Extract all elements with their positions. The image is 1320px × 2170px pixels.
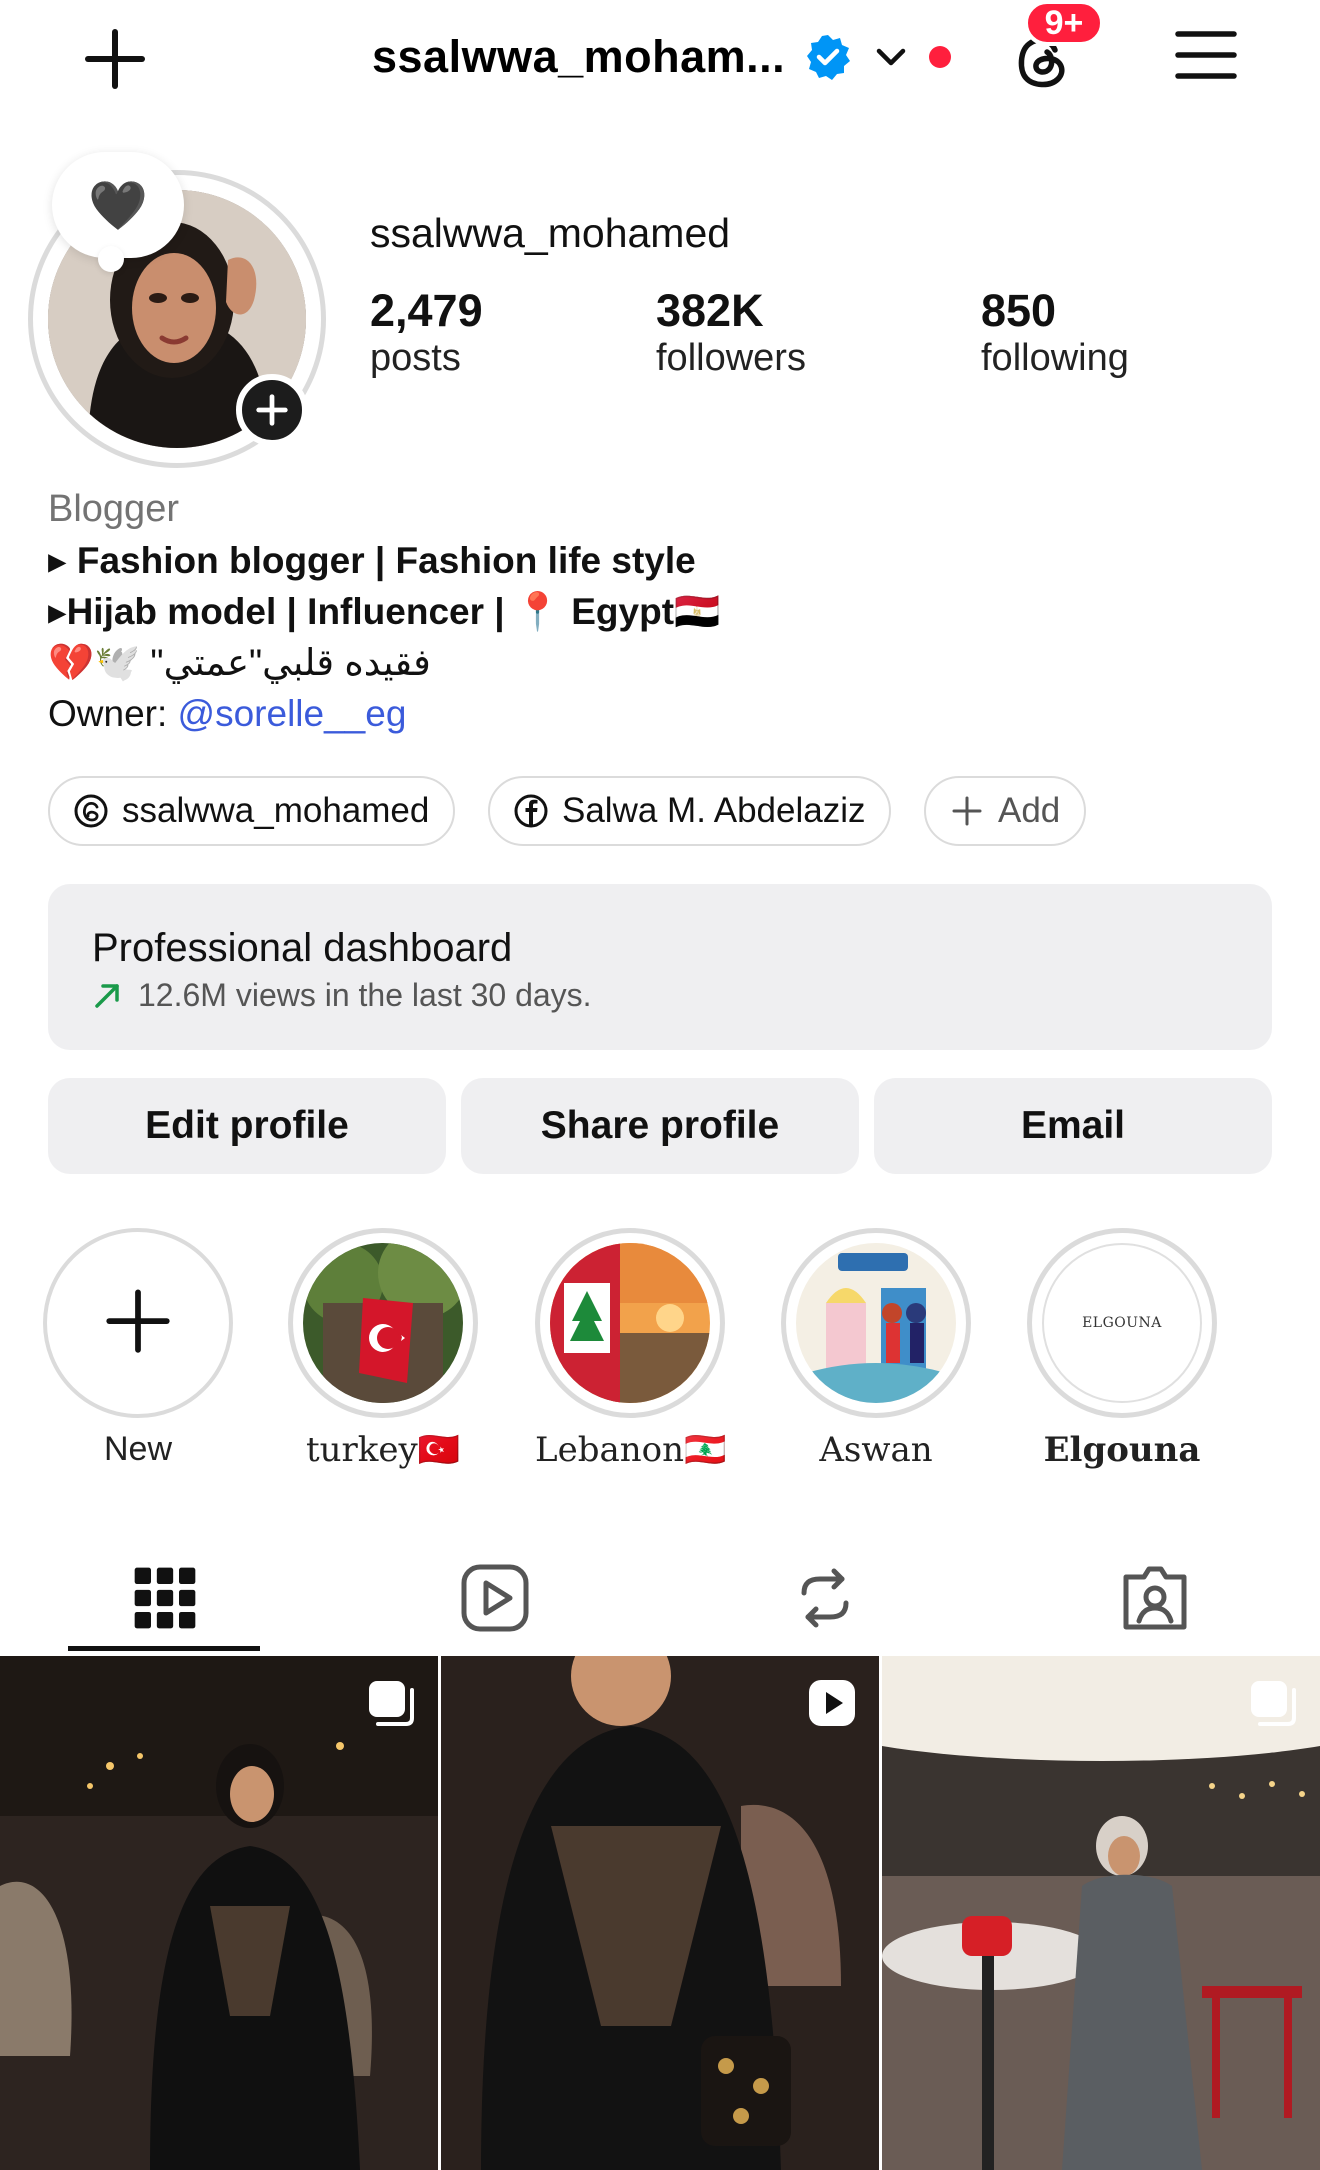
header-username: ssalwwa_moham... xyxy=(372,31,786,82)
add-link-label: Add xyxy=(998,791,1061,830)
facebook-link-chip[interactable]: Salwa M. Abdelaziz xyxy=(488,776,892,846)
plus-icon xyxy=(952,796,982,826)
dashboard-subtitle: 12.6M views in the last 30 days. xyxy=(138,977,592,1013)
bio-owner-prefix: Owner: xyxy=(48,693,178,734)
edit-profile-button[interactable]: Edit profile xyxy=(48,1078,446,1174)
grid-post[interactable] xyxy=(0,1656,438,2170)
tab-posts-grid[interactable] xyxy=(0,1548,330,1648)
highlight-new[interactable]: New xyxy=(43,1228,233,1469)
lebanon-cover-image xyxy=(550,1243,710,1403)
tagged-icon xyxy=(1123,1566,1187,1630)
following-stat[interactable]: 850 following xyxy=(981,286,1129,381)
chevron-down-icon xyxy=(876,48,906,66)
menu-button[interactable] xyxy=(1175,26,1237,84)
share-profile-button[interactable]: Share profile xyxy=(461,1078,859,1174)
followers-stat[interactable]: 382K followers xyxy=(656,286,806,381)
dashboard-subtitle-row: 12.6M views in the last 30 days. xyxy=(92,977,1228,1014)
professional-dashboard[interactable]: Professional dashboard 12.6M views in th… xyxy=(48,884,1272,1050)
posts-label: posts xyxy=(370,336,461,379)
grid-post[interactable] xyxy=(441,1656,879,2170)
threads-link-chip[interactable]: ssalwwa_mohamed xyxy=(48,776,456,846)
carousel-icon xyxy=(1251,1681,1296,1726)
account-switcher[interactable]: ssalwwa_moham... xyxy=(372,24,952,90)
posts-stat[interactable]: 2,479 posts xyxy=(370,286,483,381)
add-link-chip[interactable]: Add xyxy=(924,776,1087,846)
turkey-cover-image xyxy=(303,1243,463,1403)
highlight-ring: ELGOUNA xyxy=(1027,1228,1217,1418)
bio-category: Blogger xyxy=(48,488,179,530)
active-tab-indicator xyxy=(68,1646,260,1651)
elgouna-cover-text: ELGOUNA xyxy=(1082,1315,1162,1331)
highlight-new-ring xyxy=(43,1228,233,1418)
create-post-button[interactable] xyxy=(78,22,152,96)
highlight-cover xyxy=(796,1243,956,1403)
bio-line-2: ▸Hijab model | Influencer | 📍 Egypt🇪🇬 xyxy=(48,591,721,632)
plus-icon xyxy=(256,394,288,426)
grid-icon xyxy=(134,1567,196,1629)
highlight-ring xyxy=(781,1228,971,1418)
tab-reposts[interactable] xyxy=(660,1548,990,1648)
reels-icon xyxy=(461,1564,529,1632)
plus-icon xyxy=(85,29,145,89)
highlight-elgouna[interactable]: ELGOUNA Elgouna xyxy=(1027,1228,1217,1470)
highlight-turkey[interactable]: turkey🇹🇷 xyxy=(288,1228,478,1470)
highlight-label: Elgouna xyxy=(1043,1430,1201,1470)
note-bubble[interactable]: 🖤 xyxy=(52,152,184,258)
highlight-ring xyxy=(535,1228,725,1418)
threads-icon xyxy=(74,794,108,828)
highlight-aswan[interactable]: Aswan xyxy=(781,1228,971,1470)
verified-badge-icon xyxy=(807,35,851,80)
highlight-cover: ELGOUNA xyxy=(1042,1243,1202,1403)
plus-icon xyxy=(106,1289,170,1353)
followers-count: 382K xyxy=(656,285,764,336)
grid-post[interactable] xyxy=(882,1656,1320,2170)
tab-reels[interactable] xyxy=(330,1548,660,1648)
note-tail xyxy=(98,246,124,272)
facebook-icon xyxy=(514,794,548,828)
highlight-cover xyxy=(550,1243,710,1403)
post-thumbnail xyxy=(0,1656,438,2170)
highlight-label: Aswan xyxy=(819,1430,933,1470)
highlight-ring xyxy=(288,1228,478,1418)
add-story-button[interactable] xyxy=(236,374,308,446)
unread-dot xyxy=(929,46,952,68)
highlight-lebanon[interactable]: Lebanon🇱🇧 xyxy=(535,1228,727,1470)
bio-owner-link[interactable]: @sorelle__eg xyxy=(178,693,407,734)
facebook-link-label: Salwa M. Abdelaziz xyxy=(562,791,866,830)
hamburger-menu-icon xyxy=(1175,31,1237,79)
highlight-cover xyxy=(303,1243,463,1403)
highlight-label: turkey🇹🇷 xyxy=(305,1430,461,1470)
profile-username: ssalwwa_mohamed xyxy=(370,210,731,256)
dashboard-title: Professional dashboard xyxy=(92,926,513,970)
bio-owner-line: Owner: @sorelle__eg xyxy=(48,688,1278,739)
bio-line-3: 💔🕊️ "فقيده قلبي"عمتي xyxy=(48,642,431,683)
following-count: 850 xyxy=(981,285,1057,336)
post-thumbnail xyxy=(441,1656,879,2170)
bio-line-1: ▸ Fashion blogger | Fashion life style xyxy=(48,540,696,581)
carousel-icon xyxy=(369,1681,414,1726)
followers-label: followers xyxy=(656,336,806,379)
following-label: following xyxy=(981,336,1129,379)
reposts-icon xyxy=(801,1568,849,1628)
bio: Blogger ▸ Fashion blogger | Fashion life… xyxy=(48,484,1278,739)
posts-count: 2,479 xyxy=(370,285,483,336)
tab-tagged[interactable] xyxy=(990,1548,1320,1648)
notification-badge: 9+ xyxy=(1024,0,1104,46)
email-button[interactable]: Email xyxy=(874,1078,1272,1174)
reel-play-icon xyxy=(809,1680,855,1726)
threads-link-label: ssalwwa_mohamed xyxy=(122,791,430,830)
note-heart-icon: 🖤 xyxy=(88,179,148,233)
aswan-cover-image xyxy=(796,1243,956,1403)
post-thumbnail xyxy=(882,1656,1320,2170)
highlight-label: Lebanon🇱🇧 xyxy=(535,1430,727,1470)
highlight-label: New xyxy=(103,1430,173,1468)
trend-up-arrow-icon xyxy=(95,983,119,1008)
